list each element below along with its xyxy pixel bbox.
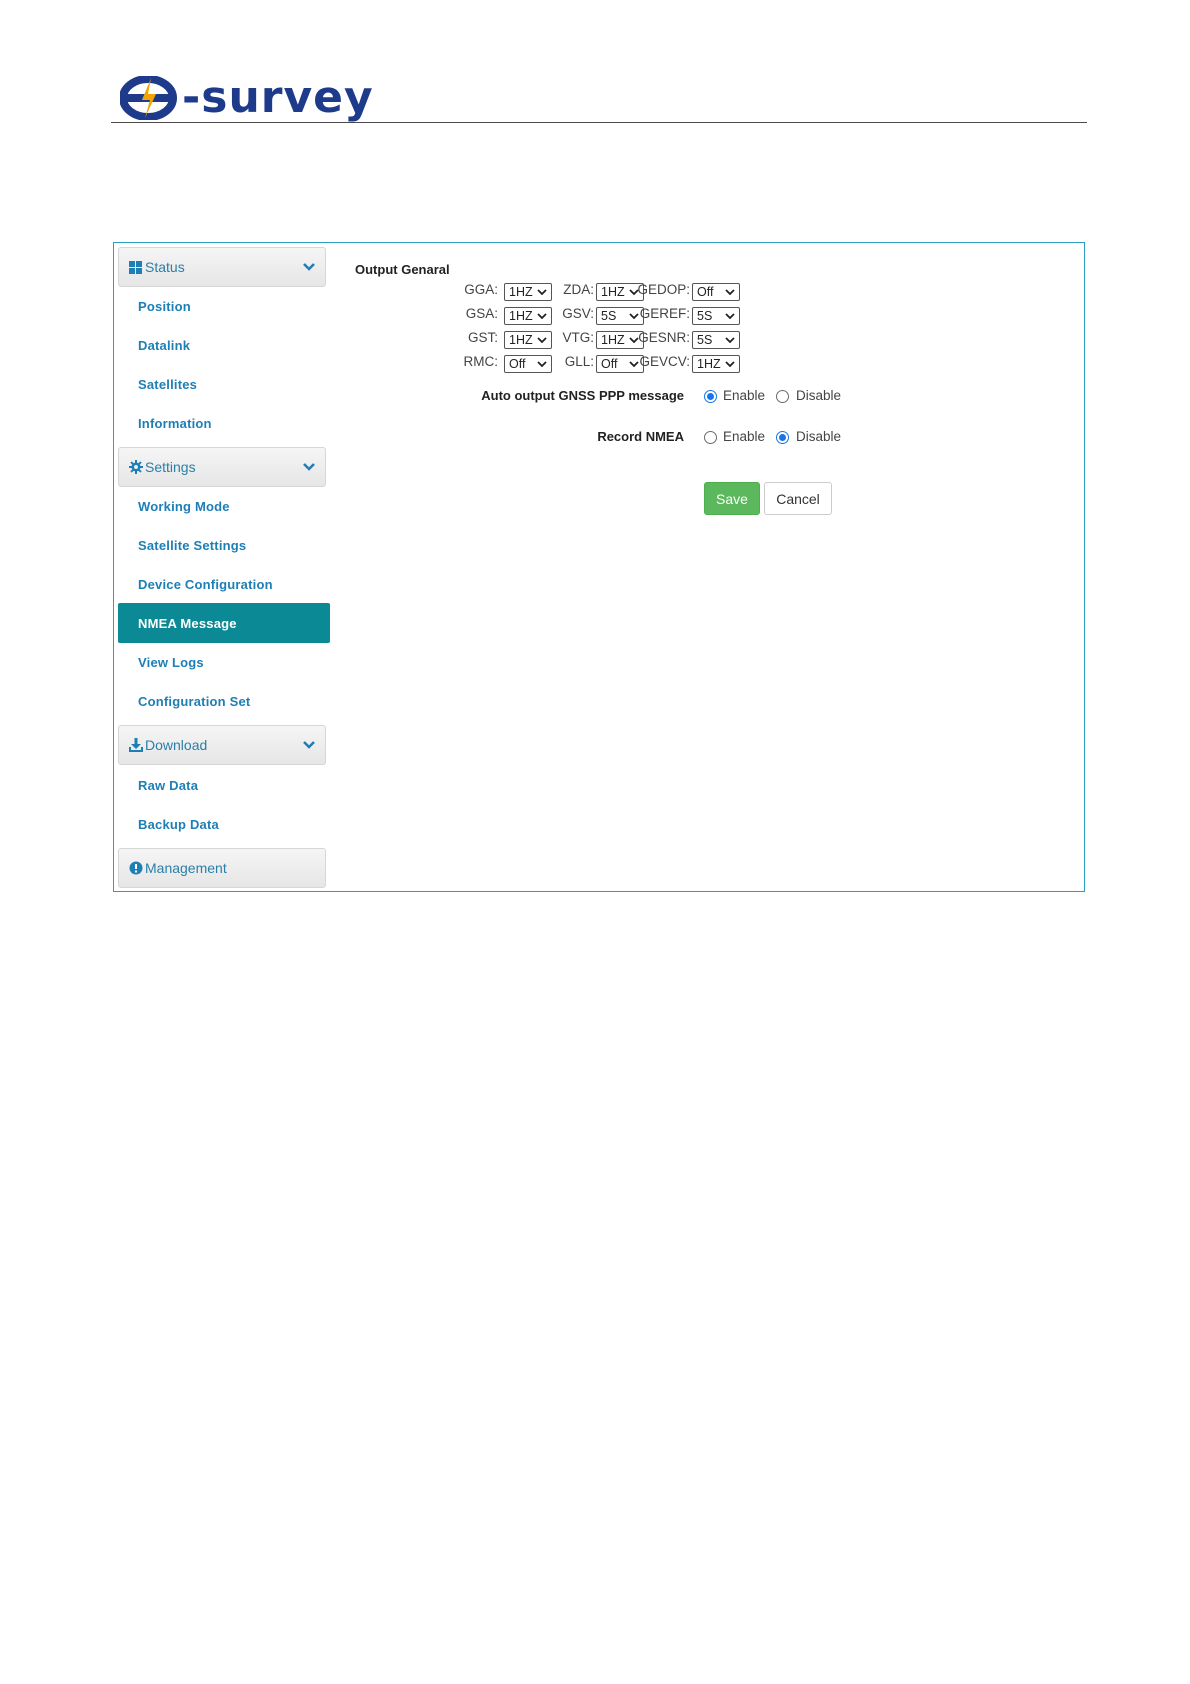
sidebar-item-satellites[interactable]: Satellites: [118, 364, 330, 404]
sidebar-item-configuration-set[interactable]: Configuration Set: [118, 681, 330, 721]
chevron-down-icon: [303, 263, 315, 271]
sidebar-item-nmea-message[interactable]: NMEA Message: [118, 603, 330, 643]
gga-rate-select[interactable]: 1HZ: [504, 283, 552, 301]
chevron-down-icon: [725, 361, 735, 368]
nmea-label-gesnr: GESNR:: [638, 330, 690, 345]
nmea-label-gga: GGA:: [464, 282, 498, 297]
gedop-rate-select[interactable]: Off: [692, 283, 740, 301]
geref-rate-select[interactable]: 5S: [692, 307, 740, 325]
record-nmea-disable-label[interactable]: Disable: [796, 429, 841, 444]
sidebar-group-label: Management: [145, 860, 227, 876]
nmea-label-gst: GST:: [467, 330, 498, 345]
rmc-rate-select[interactable]: Off: [504, 355, 552, 373]
sidebar-group-label: Download: [145, 737, 208, 753]
brand-mark-icon: [120, 76, 177, 120]
sidebar-group-label: Status: [145, 259, 185, 275]
brand-name: -survey: [182, 72, 374, 123]
sidebar-group-settings[interactable]: Settings: [118, 447, 326, 487]
sidebar-item-datalink[interactable]: Datalink: [118, 325, 330, 365]
record-nmea-enable-radio[interactable]: [704, 431, 717, 444]
sidebar-item-working-mode[interactable]: Working Mode: [118, 486, 330, 526]
chevron-down-icon: [725, 313, 735, 320]
gesnr-rate-select[interactable]: 5S: [692, 331, 740, 349]
gsa-rate-select[interactable]: 1HZ: [504, 307, 552, 325]
sidebar-item-view-logs[interactable]: View Logs: [118, 642, 330, 682]
sidebar-group-management[interactable]: Management: [118, 848, 326, 888]
auto-output-disable-radio[interactable]: [776, 390, 789, 403]
gevcv-rate-select[interactable]: 1HZ: [692, 355, 740, 373]
sidebar-group-download[interactable]: Download: [118, 725, 326, 765]
nmea-label-vtg: VTG:: [562, 330, 594, 345]
sidebar-item-information[interactable]: Information: [118, 403, 330, 443]
chevron-down-icon: [303, 741, 315, 749]
chevron-down-icon: [725, 289, 735, 296]
grid-icon: [128, 260, 143, 275]
header-divider: [111, 122, 1087, 123]
record-nmea-enable-label[interactable]: Enable: [723, 429, 765, 444]
auto-output-ppp-label: Auto output GNSS PPP message: [481, 388, 684, 403]
cancel-button[interactable]: Cancel: [764, 482, 832, 515]
gear-icon: [128, 460, 143, 475]
sidebar-item-position[interactable]: Position: [118, 286, 330, 326]
nmea-label-gsv: GSV:: [562, 306, 594, 321]
sidebar-item-satellite-settings[interactable]: Satellite Settings: [118, 525, 330, 565]
record-nmea-disable-radio[interactable]: [776, 431, 789, 444]
sidebar-item-device-configuration[interactable]: Device Configuration: [118, 564, 330, 604]
sidebar-item-raw-data[interactable]: Raw Data: [118, 765, 330, 805]
auto-output-enable-label[interactable]: Enable: [723, 388, 765, 403]
chevron-down-icon: [537, 337, 547, 344]
gst-rate-select[interactable]: 1HZ: [504, 331, 552, 349]
nmea-label-rmc: RMC:: [463, 354, 499, 369]
chevron-down-icon: [303, 463, 315, 471]
info-circle-icon: [128, 861, 143, 876]
nmea-label-gll: GLL:: [564, 354, 594, 369]
nmea-label-gedop: GEDOP:: [637, 282, 690, 297]
sidebar-group-label: Settings: [145, 459, 196, 475]
chevron-down-icon: [537, 361, 547, 368]
nmea-message-panel: Output Genaral GGA: 1HZ ZDA: 1HZ GEDOP: …: [354, 243, 1074, 883]
nmea-label-gevcv: GEVCV:: [639, 354, 690, 369]
sidebar-group-status[interactable]: Status: [118, 247, 326, 287]
save-button[interactable]: Save: [704, 482, 760, 515]
nmea-label-gsa: GSA:: [465, 306, 498, 321]
download-icon: [128, 738, 143, 753]
sidebar-item-backup-data[interactable]: Backup Data: [118, 804, 330, 844]
nmea-label-geref: GEREF:: [639, 306, 690, 321]
chevron-down-icon: [725, 337, 735, 344]
record-nmea-label: Record NMEA: [597, 429, 684, 444]
chevron-down-icon: [537, 289, 547, 296]
auto-output-enable-radio[interactable]: [704, 390, 717, 403]
auto-output-disable-label[interactable]: Disable: [796, 388, 841, 403]
brand-logo: -survey: [120, 70, 374, 126]
chevron-down-icon: [537, 313, 547, 320]
section-title: Output Genaral: [355, 262, 450, 277]
nmea-label-zda: ZDA:: [563, 282, 594, 297]
web-ui-screenshot: Status Position Datalink Satellites Info…: [113, 242, 1085, 892]
